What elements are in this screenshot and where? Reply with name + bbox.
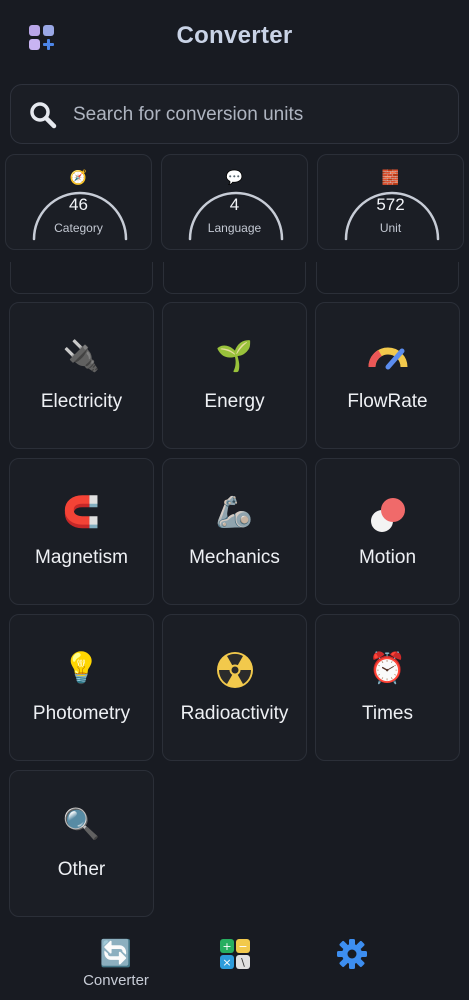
nav-label: Converter bbox=[83, 972, 149, 989]
svg-text:+: + bbox=[222, 940, 231, 953]
nav-converter[interactable]: 🔄 Converter bbox=[80, 938, 152, 989]
category-label: Energy bbox=[204, 391, 265, 412]
stat-card-unit: 🧱 572 Unit bbox=[317, 154, 464, 250]
light-bulb-icon: 💡 bbox=[62, 652, 101, 685]
svg-text:−: − bbox=[238, 940, 247, 953]
speech-bubbles-icon: 💬 bbox=[225, 169, 244, 185]
category-label: Mechanics bbox=[189, 547, 280, 568]
search-input[interactable]: Search for conversion units bbox=[73, 104, 303, 126]
scrolled-tile-stub bbox=[10, 262, 153, 294]
pie-chart-icon: 🧭 bbox=[69, 169, 88, 185]
stat-value: 4 bbox=[229, 195, 240, 214]
gauge-icon bbox=[316, 339, 459, 384]
gear-icon bbox=[334, 938, 370, 976]
magnifier-eye-icon: 🔍 bbox=[62, 808, 101, 841]
leaf-lightning-icon: 🌱 bbox=[215, 340, 254, 373]
category-label: FlowRate bbox=[347, 391, 428, 412]
category-energy[interactable]: 🌱 Energy bbox=[162, 302, 307, 449]
category-motion[interactable]: Motion bbox=[315, 458, 460, 605]
category-flowrate[interactable]: FlowRate bbox=[315, 302, 460, 449]
page-title: Converter bbox=[176, 22, 293, 49]
search-bar[interactable]: Search for conversion units bbox=[10, 84, 459, 144]
bottom-nav: 🔄 Converter + − × \ bbox=[0, 930, 469, 1000]
top-bar: Converter bbox=[0, 0, 469, 76]
converter-cubes-icon: 🔄 bbox=[99, 938, 133, 968]
robot-arm-icon: 🦾 bbox=[215, 496, 254, 529]
category-label: Radioactivity bbox=[180, 703, 289, 724]
stat-value: 46 bbox=[69, 195, 88, 214]
category-label: Other bbox=[57, 859, 106, 880]
category-mechanics[interactable]: 🦾 Mechanics bbox=[162, 458, 307, 605]
category-times[interactable]: ⏰ Times bbox=[315, 614, 460, 761]
category-label: Times bbox=[361, 703, 414, 724]
nav-settings[interactable] bbox=[334, 938, 370, 976]
category-label: Magnetism bbox=[35, 547, 128, 568]
scrolled-tile-stub bbox=[316, 262, 459, 294]
category-photometry[interactable]: 💡 Photometry bbox=[9, 614, 154, 761]
nav-calculator[interactable]: + − × \ bbox=[215, 938, 255, 976]
calculator-icon: + − × \ bbox=[215, 938, 255, 976]
magnet-icon: 🧲 bbox=[62, 496, 101, 529]
stat-card-language: 💬 4 Language bbox=[161, 154, 308, 250]
category-other[interactable]: 🔍 Other bbox=[9, 770, 154, 917]
plug-lightning-icon: 🔌 bbox=[62, 340, 101, 373]
category-magnetism[interactable]: 🧲 Magnetism bbox=[9, 458, 154, 605]
category-label: Electricity bbox=[40, 391, 123, 412]
svg-text:×: × bbox=[222, 956, 231, 969]
radioactive-icon bbox=[163, 651, 306, 698]
svg-text:\: \ bbox=[241, 956, 245, 969]
stopwatch-icon: ⏰ bbox=[368, 652, 407, 685]
stat-label: Language bbox=[207, 221, 262, 235]
stat-card-category: 🧭 46 Category bbox=[5, 154, 152, 250]
search-icon bbox=[29, 101, 57, 129]
stat-label: Unit bbox=[379, 221, 402, 235]
motion-balls-icon bbox=[316, 495, 459, 544]
category-electricity[interactable]: 🔌 Electricity bbox=[9, 302, 154, 449]
blocks-icon: 🧱 bbox=[381, 169, 400, 185]
category-label: Photometry bbox=[32, 703, 131, 724]
stat-label: Category bbox=[54, 221, 103, 235]
scrolled-tile-stub bbox=[163, 262, 306, 294]
stat-value: 572 bbox=[376, 195, 405, 214]
category-label: Motion bbox=[358, 547, 417, 568]
category-radioactivity[interactable]: Radioactivity bbox=[162, 614, 307, 761]
